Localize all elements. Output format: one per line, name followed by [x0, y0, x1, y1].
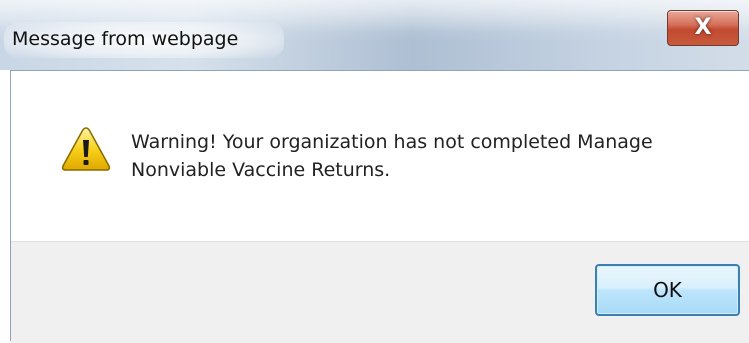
- message-area: Warning! Your organization has not compl…: [11, 71, 749, 241]
- button-bar: OK: [11, 241, 749, 343]
- window-title: Message from webpage: [12, 28, 239, 50]
- message-line-2: Nonviable Vaccine Returns.: [131, 159, 391, 181]
- dialog-body: Warning! Your organization has not compl…: [10, 70, 749, 343]
- message-line-1: Warning! Your organization has not compl…: [131, 131, 653, 153]
- warning-message: Warning! Your organization has not compl…: [131, 128, 731, 184]
- close-icon: X: [694, 15, 712, 40]
- title-bar[interactable]: Message from webpage X: [0, 0, 749, 70]
- close-button[interactable]: X: [667, 10, 739, 46]
- message-dialog: Message from webpage X Warning! Your org…: [0, 0, 749, 343]
- warning-icon: [61, 127, 111, 171]
- ok-button[interactable]: OK: [595, 264, 740, 316]
